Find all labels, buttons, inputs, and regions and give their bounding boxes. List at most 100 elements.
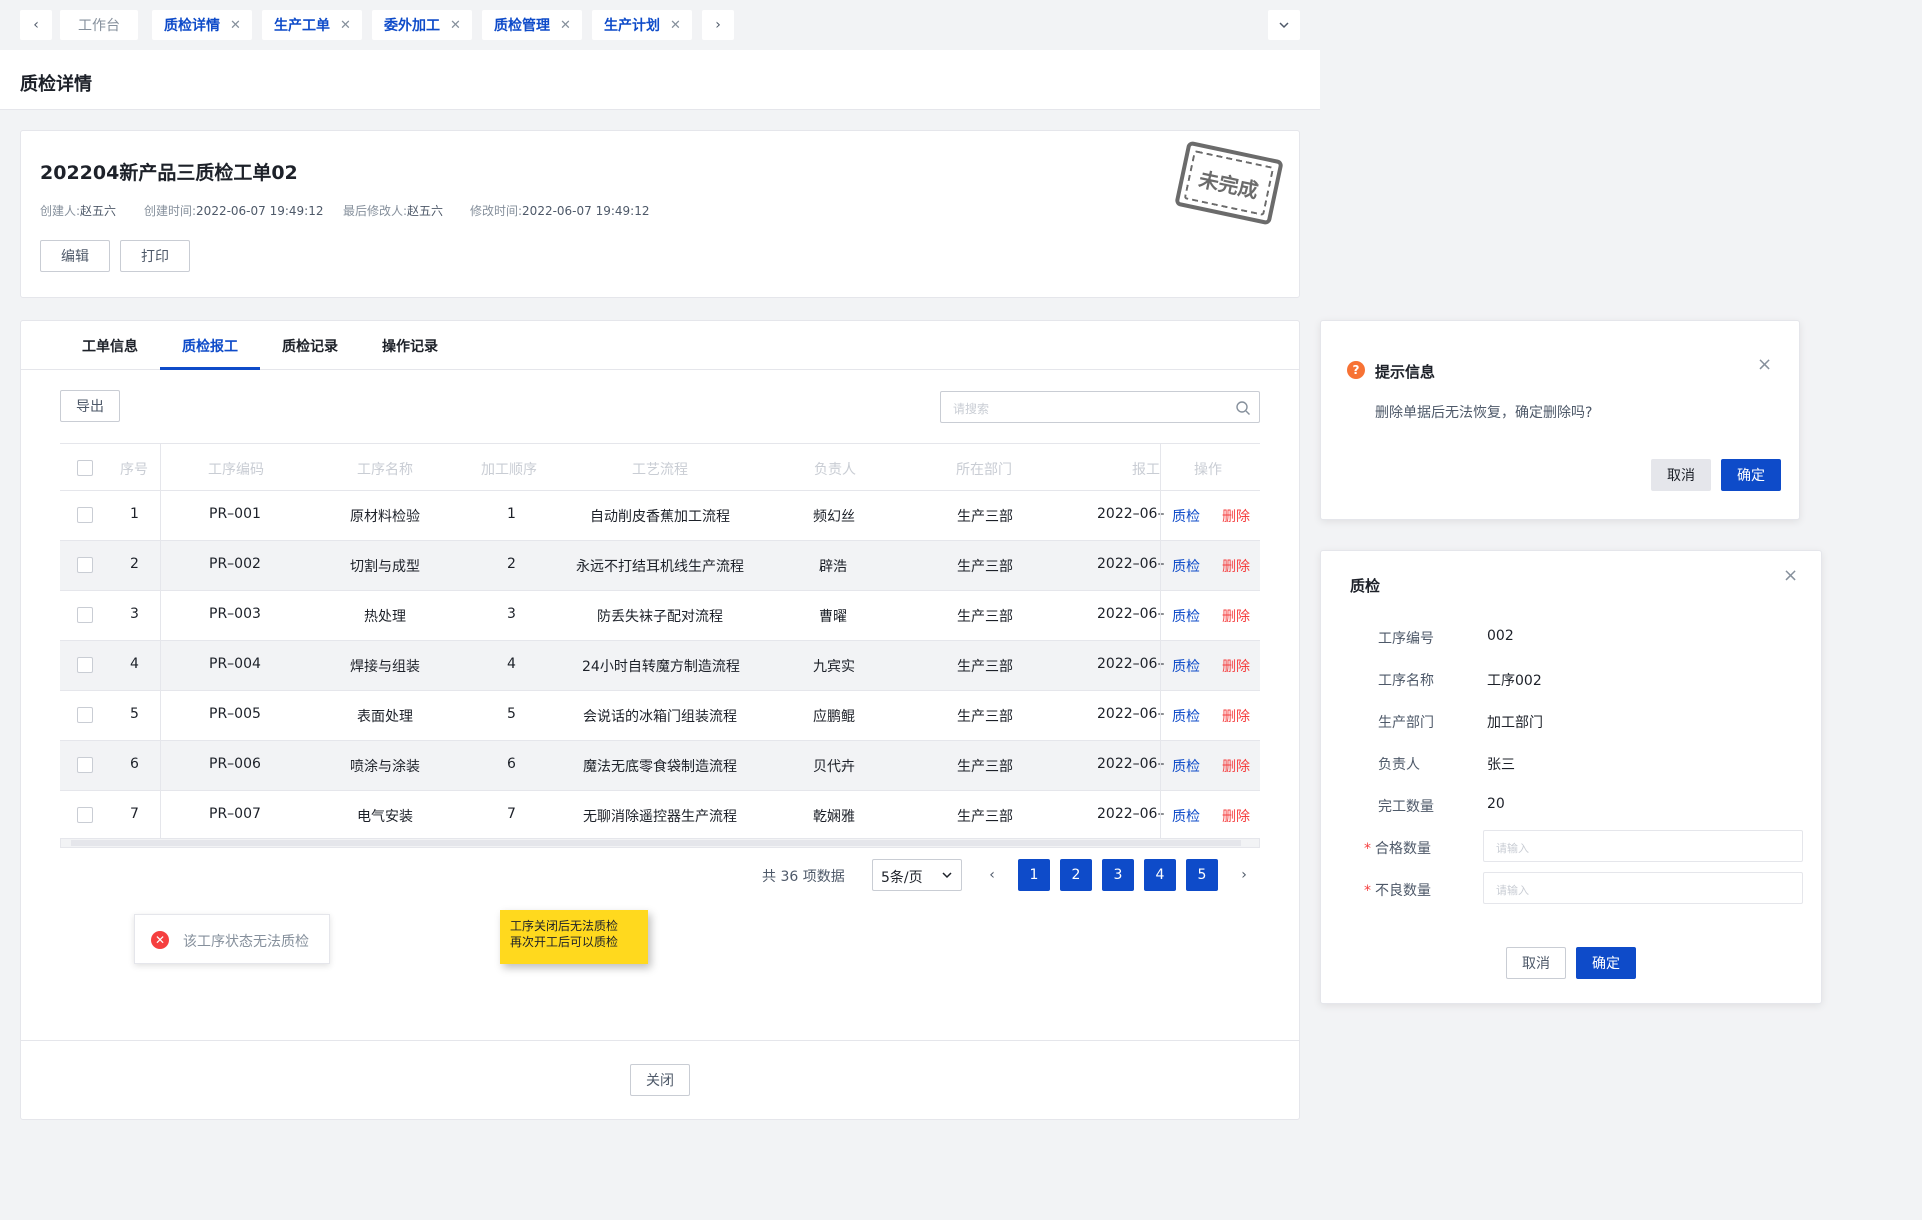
qc-action-link[interactable]: 质检 xyxy=(1172,656,1200,676)
tab-outsourcing[interactable]: 委外加工 ✕ xyxy=(372,10,472,40)
confirm-dialog-title: 提示信息 xyxy=(1375,363,1436,381)
qc-dialog-title: 质检 xyxy=(1350,577,1381,595)
next-page-button[interactable]: › xyxy=(1228,859,1260,891)
scrollbar-thumb[interactable] xyxy=(71,840,1241,846)
tab-home[interactable]: 工作台 xyxy=(60,10,138,40)
qc-action-link[interactable]: 质检 xyxy=(1172,606,1200,626)
page-button-5[interactable]: 5 xyxy=(1186,859,1218,891)
chevron-down-icon xyxy=(942,872,952,879)
prev-page-button[interactable]: ‹ xyxy=(976,859,1008,891)
tab-qc-detail[interactable]: 质检详情 ✕ xyxy=(152,10,252,40)
creator-meta: 创建人:赵五六 xyxy=(40,204,117,218)
process-number-value: 002 xyxy=(1487,628,1514,644)
pagination-total: 共 36 项数据 xyxy=(762,869,845,885)
page-header: 质检详情 xyxy=(0,50,1320,110)
process-name-value: 工序002 xyxy=(1487,673,1542,689)
row-checkbox[interactable] xyxy=(77,557,93,573)
chevron-left-icon: ‹ xyxy=(989,867,995,883)
row-checkbox[interactable] xyxy=(77,507,93,523)
question-icon: ? xyxy=(1347,361,1365,379)
export-button[interactable]: 导出 xyxy=(60,390,120,422)
row-checkbox[interactable] xyxy=(77,757,93,773)
active-tab-indicator xyxy=(160,367,260,370)
page-title: 质检详情 xyxy=(20,74,92,95)
table-header: 序号 工序编码 工序名称 加工顺序 工艺流程 负责人 所在部门 报工 操作 xyxy=(60,443,1260,491)
col-workflow: 工艺流程 xyxy=(632,462,688,478)
confirm-dialog-message: 删除单据后无法恢复，确定删除吗? xyxy=(1375,405,1593,421)
col-actions: 操作 xyxy=(1194,462,1222,478)
tab-menu-button[interactable] xyxy=(1268,10,1300,40)
table-horizontal-scrollbar[interactable] xyxy=(60,838,1260,848)
tab-order-info[interactable]: 工单信息 xyxy=(82,336,138,356)
confirm-cancel-button[interactable]: 取消 xyxy=(1651,459,1711,491)
table-row: 5 PR–005 表面处理 5 会说话的冰箱门组装流程 应鹏鲲 生产三部 202… xyxy=(60,691,1260,741)
qualified-qty-label: * 合格数量 xyxy=(1364,841,1431,857)
modifier-meta: 最后修改人:赵五六 xyxy=(343,204,444,218)
created-time-meta: 创建时间:2022-06-07 19:49:12 xyxy=(144,204,324,218)
sticky-note: 工序关闭后无法质检 再次开工后可以质检 xyxy=(500,910,648,964)
tab-production-order[interactable]: 生产工单 ✕ xyxy=(262,10,362,40)
defective-qty-input[interactable]: 请输入 xyxy=(1483,872,1803,904)
tab-qc-record[interactable]: 质检记录 xyxy=(282,336,338,356)
qc-action-link[interactable]: 质检 xyxy=(1172,556,1200,576)
owner-value: 张三 xyxy=(1487,757,1515,773)
error-icon: ✕ xyxy=(151,931,169,949)
row-checkbox[interactable] xyxy=(77,707,93,723)
qc-dialog: 质检 × 工序编号 002 工序名称 工序002 生产部门 加工部门 负责人 张… xyxy=(1320,550,1822,1004)
page-button-1[interactable]: 1 xyxy=(1018,859,1050,891)
search-input[interactable]: 请搜索 xyxy=(940,391,1260,423)
delete-action-link[interactable]: 删除 xyxy=(1222,806,1250,826)
confirm-dialog: ? 提示信息 × 删除单据后无法恢复，确定删除吗? 取消 确定 xyxy=(1320,320,1800,520)
delete-action-link[interactable]: 删除 xyxy=(1222,606,1250,626)
close-icon[interactable]: ✕ xyxy=(230,18,241,33)
table-row: 6 PR–006 喷涂与涂装 6 魔法无底零食袋制造流程 贝代卉 生产三部 20… xyxy=(60,741,1260,791)
qc-action-link[interactable]: 质检 xyxy=(1172,706,1200,726)
qc-action-link[interactable]: 质检 xyxy=(1172,756,1200,776)
defective-qty-label: * 不良数量 xyxy=(1364,883,1431,899)
col-owner: 负责人 xyxy=(814,462,856,478)
close-icon[interactable]: ✕ xyxy=(340,18,351,33)
page-size-select[interactable]: 5条/页 xyxy=(872,859,962,891)
confirm-ok-button[interactable]: 确定 xyxy=(1721,459,1781,491)
row-checkbox[interactable] xyxy=(77,807,93,823)
tab-bar: ‹ 工作台 质检详情 ✕ 生产工单 ✕ 委外加工 ✕ 质检管理 ✕ 生产计划 ✕ › xyxy=(0,0,1320,50)
close-icon[interactable]: ✕ xyxy=(450,18,461,33)
row-checkbox[interactable] xyxy=(77,657,93,673)
row-checkbox[interactable] xyxy=(77,607,93,623)
delete-action-link[interactable]: 删除 xyxy=(1222,756,1250,776)
tab-qc-report[interactable]: 质检报工 xyxy=(182,336,238,356)
delete-action-link[interactable]: 删除 xyxy=(1222,706,1250,726)
fixed-column-divider-left xyxy=(160,443,161,841)
delete-action-link[interactable]: 删除 xyxy=(1222,656,1250,676)
close-button[interactable]: 关闭 xyxy=(630,1064,690,1096)
print-button[interactable]: 打印 xyxy=(120,240,190,272)
chevron-down-icon xyxy=(1279,22,1289,29)
edit-button[interactable]: 编辑 xyxy=(40,240,110,272)
select-all-checkbox[interactable] xyxy=(77,460,93,476)
qc-cancel-button[interactable]: 取消 xyxy=(1506,947,1566,979)
close-icon[interactable]: × xyxy=(1757,354,1772,375)
close-icon[interactable]: × xyxy=(1783,565,1798,586)
col-sequence: 加工顺序 xyxy=(481,462,537,478)
page-button-2[interactable]: 2 xyxy=(1060,859,1092,891)
qc-action-link[interactable]: 质检 xyxy=(1172,506,1200,526)
delete-action-link[interactable]: 删除 xyxy=(1222,556,1250,576)
tab-production-plan[interactable]: 生产计划 ✕ xyxy=(592,10,692,40)
tab-scroll-right-button[interactable]: › xyxy=(702,10,734,40)
close-icon[interactable]: ✕ xyxy=(670,18,681,33)
tab-operation-log[interactable]: 操作记录 xyxy=(382,336,438,356)
qualified-qty-input[interactable]: 请输入 xyxy=(1483,830,1803,862)
delete-action-link[interactable]: 删除 xyxy=(1222,506,1250,526)
qc-ok-button[interactable]: 确定 xyxy=(1576,947,1636,979)
page-button-4[interactable]: 4 xyxy=(1144,859,1176,891)
tab-qc-management[interactable]: 质检管理 ✕ xyxy=(482,10,582,40)
search-icon[interactable] xyxy=(1235,400,1251,416)
tab-scroll-left-button[interactable]: ‹ xyxy=(20,10,52,40)
qc-action-link[interactable]: 质检 xyxy=(1172,806,1200,826)
col-department: 所在部门 xyxy=(956,462,1012,478)
close-icon[interactable]: ✕ xyxy=(560,18,571,33)
page-button-3[interactable]: 3 xyxy=(1102,859,1134,891)
chevron-right-icon: › xyxy=(1241,867,1247,883)
error-toast: ✕ 该工序状态无法质检 xyxy=(134,914,330,964)
process-table: 序号 工序编码 工序名称 加工顺序 工艺流程 负责人 所在部门 报工 操作 1 … xyxy=(60,443,1260,848)
